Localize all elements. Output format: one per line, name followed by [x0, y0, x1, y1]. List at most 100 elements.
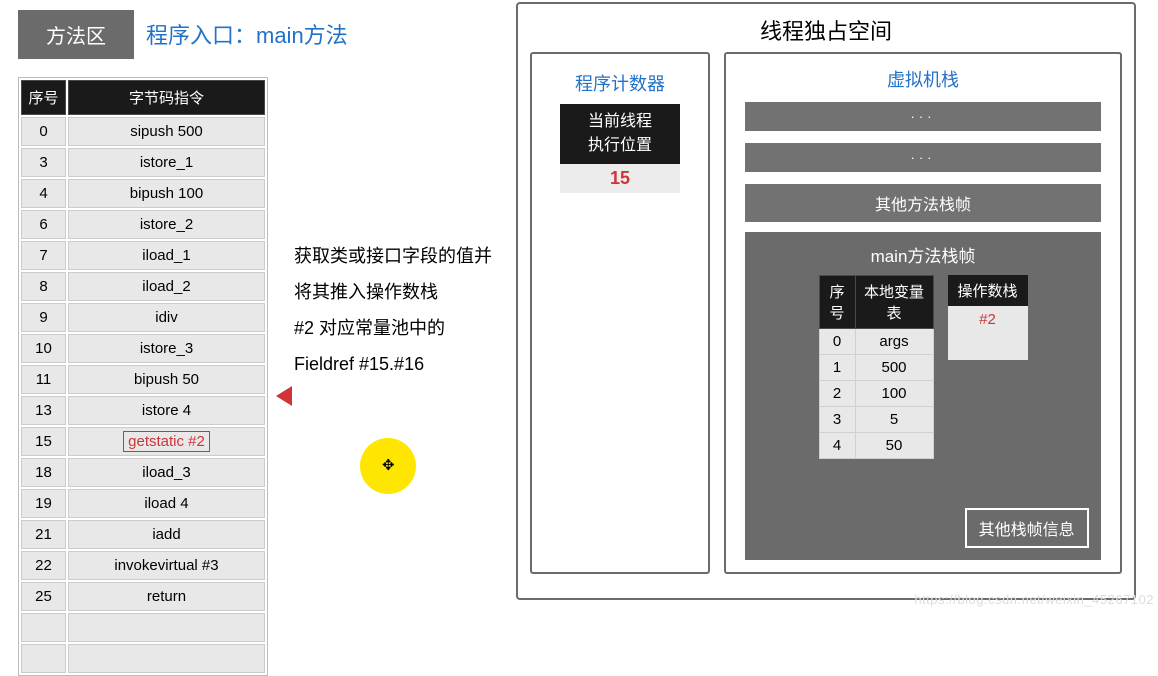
- ops-val: #2: [948, 306, 1028, 333]
- bytecode-row: 3istore_1: [21, 148, 265, 177]
- col-ins: 字节码指令: [68, 80, 265, 115]
- bytecode-ins: idiv: [68, 303, 265, 332]
- lvt-h2: 本地变量表: [855, 276, 933, 329]
- desc-line2: #2 对应常量池中的: [294, 310, 494, 346]
- bytecode-row: 18iload_3: [21, 458, 265, 487]
- lvt-val: 500: [855, 355, 933, 381]
- lvt-val: args: [855, 329, 933, 355]
- lvt-row: 35: [819, 407, 933, 433]
- bytecode-ins: getstatic #2: [68, 427, 265, 456]
- bytecode-seq: 9: [21, 303, 66, 332]
- bytecode-ins: istore 4: [68, 396, 265, 425]
- local-var-table: 序号 本地变量表 0args1500210035450: [819, 275, 934, 459]
- bytecode-seq: 11: [21, 365, 66, 394]
- lvt-h1: 序号: [819, 276, 855, 329]
- lvt-row: 1500: [819, 355, 933, 381]
- bytecode-ins: istore_2: [68, 210, 265, 239]
- entry-label: 程序入口：main方法: [146, 10, 348, 50]
- bytecode-row: 13istore 4: [21, 396, 265, 425]
- main-frame-title: main方法栈帧: [871, 242, 976, 267]
- bytecode-seq: 4: [21, 179, 66, 208]
- bytecode-row: 0sipush 500: [21, 117, 265, 146]
- bytecode-row: 25return: [21, 582, 265, 611]
- bytecode-table: 序号 字节码指令 0sipush 5003istore_14bipush 100…: [18, 77, 268, 676]
- bytecode-row: 11bipush 50: [21, 365, 265, 394]
- bytecode-seq: 25: [21, 582, 66, 611]
- thread-space-panel: 线程独占空间 程序计数器 当前线程 执行位置 15 虚拟机栈 ··· ··· 其…: [516, 2, 1136, 600]
- col-seq: 序号: [21, 80, 66, 115]
- thread-space-title: 线程独占空间: [518, 4, 1134, 52]
- method-area-badge: 方法区: [18, 10, 134, 59]
- ops-row: [948, 333, 1028, 360]
- stack-title: 虚拟机栈: [887, 66, 959, 92]
- instruction-description: 获取类或接口字段的值并将其推入操作数栈 #2 对应常量池中的 Fieldref …: [294, 238, 494, 382]
- bytecode-seq: 13: [21, 396, 66, 425]
- bytecode-ins: istore_1: [68, 148, 265, 177]
- ops-row: #2: [948, 306, 1028, 333]
- bytecode-row-empty: [21, 613, 265, 642]
- bytecode-seq: 10: [21, 334, 66, 363]
- cursor-highlight-icon: ✥: [360, 438, 416, 494]
- bytecode-seq: 22: [21, 551, 66, 580]
- bytecode-ins: iload_2: [68, 272, 265, 301]
- bytecode-row: 22invokevirtual #3: [21, 551, 265, 580]
- bytecode-seq: 6: [21, 210, 66, 239]
- bytecode-ins: iload_3: [68, 458, 265, 487]
- bytecode-row: 4bipush 100: [21, 179, 265, 208]
- lvt-val: 100: [855, 381, 933, 407]
- lvt-row: 2100: [819, 381, 933, 407]
- lvt-val: 50: [855, 433, 933, 459]
- bytecode-row: 19iload 4: [21, 489, 265, 518]
- lvt-idx: 1: [819, 355, 855, 381]
- bytecode-ins: bipush 100: [68, 179, 265, 208]
- ops-h: 操作数栈: [948, 275, 1028, 306]
- desc-line1: 获取类或接口字段的值并将其推入操作数栈: [294, 238, 494, 310]
- stack-bar-2: ···: [745, 143, 1100, 172]
- bytecode-row: 10istore_3: [21, 334, 265, 363]
- bytecode-ins: sipush 500: [68, 117, 265, 146]
- other-frame-info: 其他栈帧信息: [965, 508, 1089, 548]
- bytecode-row-empty: [21, 644, 265, 673]
- bytecode-ins: return: [68, 582, 265, 611]
- bytecode-seq: 0: [21, 117, 66, 146]
- main-frame: main方法栈帧 序号 本地变量表 0args1500210035450 操作数…: [745, 232, 1100, 560]
- bytecode-row: 6istore_2: [21, 210, 265, 239]
- bytecode-seq: 8: [21, 272, 66, 301]
- ops-val: [948, 333, 1028, 360]
- bytecode-seq: 19: [21, 489, 66, 518]
- bytecode-ins: iload 4: [68, 489, 265, 518]
- bytecode-seq: 21: [21, 520, 66, 549]
- bytecode-row: 7iload_1: [21, 241, 265, 270]
- bytecode-row: 9idiv: [21, 303, 265, 332]
- cursor-icon: ✥: [382, 456, 395, 475]
- bytecode-seq: 3: [21, 148, 66, 177]
- pc-title: 程序计数器: [540, 70, 700, 96]
- pc-box-line1: 当前线程: [560, 110, 680, 134]
- bytecode-seq: 15: [21, 427, 66, 456]
- other-frame-bar: 其他方法栈帧: [745, 184, 1100, 222]
- lvt-val: 5: [855, 407, 933, 433]
- bytecode-ins: iadd: [68, 520, 265, 549]
- lvt-idx: 4: [819, 433, 855, 459]
- bytecode-ins: iload_1: [68, 241, 265, 270]
- bytecode-seq: 18: [21, 458, 66, 487]
- lvt-idx: 2: [819, 381, 855, 407]
- lvt-row: 0args: [819, 329, 933, 355]
- pc-value: 15: [560, 164, 680, 193]
- bytecode-seq: 7: [21, 241, 66, 270]
- bytecode-row: 21iadd: [21, 520, 265, 549]
- bytecode-row: 8iload_2: [21, 272, 265, 301]
- lvt-row: 450: [819, 433, 933, 459]
- vm-stack-column: 虚拟机栈 ··· ··· 其他方法栈帧 main方法栈帧 序号 本地变量表 0a…: [724, 52, 1122, 574]
- watermark: https://blog.csdn.net/weixin_45267102: [914, 592, 1154, 607]
- bytecode-ins: istore_3: [68, 334, 265, 363]
- stack-bar-1: ···: [745, 102, 1100, 131]
- pc-box: 当前线程 执行位置: [560, 104, 680, 164]
- operand-stack-table: 操作数栈 #2: [948, 275, 1028, 360]
- program-counter-column: 程序计数器 当前线程 执行位置 15: [530, 52, 710, 574]
- bytecode-ins: invokevirtual #3: [68, 551, 265, 580]
- desc-line3: Fieldref #15.#16: [294, 346, 494, 382]
- highlight-arrow-icon: [276, 386, 292, 406]
- pc-box-line2: 执行位置: [560, 134, 680, 158]
- bytecode-ins: bipush 50: [68, 365, 265, 394]
